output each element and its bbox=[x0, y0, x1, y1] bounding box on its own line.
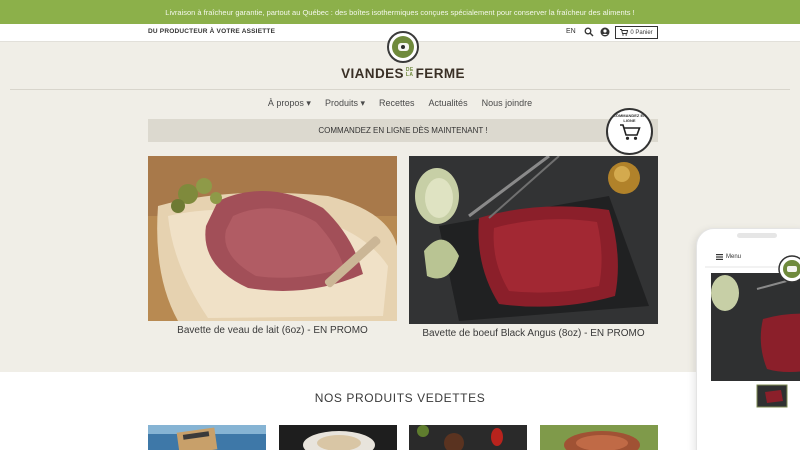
cow-icon bbox=[392, 36, 414, 58]
user-icon[interactable] bbox=[600, 27, 610, 37]
search-icon[interactable] bbox=[584, 27, 594, 37]
product-label-boeuf[interactable]: Bavette de boeuf Black Angus (8oz) - EN … bbox=[409, 328, 658, 339]
product-photo bbox=[540, 425, 658, 450]
meat-photo bbox=[148, 156, 397, 321]
nav-item-actualites[interactable]: Actualités bbox=[429, 98, 468, 112]
cart-icon bbox=[620, 29, 629, 36]
language-switch[interactable]: EN bbox=[566, 28, 576, 35]
tagline: DU PRODUCTEUR À VOTRE ASSIETTE bbox=[148, 28, 276, 35]
featured-product-2[interactable] bbox=[279, 425, 397, 450]
phone-menu-label: Menu bbox=[726, 254, 742, 260]
nav-label: Produits bbox=[324, 98, 358, 108]
featured-section bbox=[0, 372, 800, 450]
header-divider bbox=[10, 89, 790, 90]
logo-wordmark[interactable]: VIANDES DE LA FERME bbox=[335, 64, 471, 82]
nav-item-recettes[interactable]: Recettes bbox=[379, 98, 415, 112]
product-image-veau[interactable] bbox=[148, 156, 397, 321]
product-image-boeuf[interactable] bbox=[409, 156, 658, 324]
nav-item-a-propos[interactable]: À propos ▾ bbox=[268, 98, 311, 112]
phone-screen bbox=[705, 233, 800, 408]
product-photo bbox=[148, 425, 266, 450]
phone-mockup bbox=[696, 228, 800, 450]
product-photo bbox=[279, 425, 397, 450]
stamp-text: COMMANDEZ EN LIGNE bbox=[612, 113, 647, 123]
meat-photo bbox=[409, 156, 658, 324]
cart-label: 0 Panier bbox=[630, 29, 653, 36]
announcement-bar: Livraison à fraîcheur garantie, partout … bbox=[0, 0, 800, 24]
cart-icon bbox=[619, 123, 641, 140]
featured-product-1[interactable] bbox=[148, 425, 266, 450]
logo-word-2: FERME bbox=[415, 65, 465, 81]
nav-item-produits[interactable]: Produits ▾ bbox=[325, 98, 365, 112]
featured-product-4[interactable] bbox=[540, 425, 658, 450]
nav-label: À propos bbox=[267, 98, 304, 108]
announcement-text: Livraison à fraîcheur garantie, partout … bbox=[165, 7, 635, 17]
order-online-stamp[interactable]: COMMANDEZ EN LIGNE bbox=[606, 108, 653, 155]
product-label-veau[interactable]: Bavette de veau de lait (6oz) - EN PROMO bbox=[148, 325, 397, 336]
logo-small-text: DE LA bbox=[406, 68, 414, 78]
product-photo bbox=[409, 425, 527, 450]
logo-badge[interactable] bbox=[387, 31, 419, 63]
cart-button[interactable]: 0 Panier bbox=[615, 26, 658, 39]
phone-menu-button[interactable]: Menu bbox=[716, 254, 741, 260]
nav-item-nous-joindre[interactable]: Nous joindre bbox=[482, 98, 533, 112]
order-banner-text: COMMANDEZ EN LIGNE DÈS MAINTENANT ! bbox=[318, 126, 488, 135]
featured-title: NOS PRODUITS VEDETTES bbox=[314, 391, 486, 405]
hamburger-icon bbox=[716, 254, 723, 260]
logo-word-1: VIANDES bbox=[341, 65, 404, 81]
main-nav: À propos ▾ Produits ▾ Recettes Actualité… bbox=[0, 98, 800, 112]
logo-small-bottom: LA bbox=[405, 72, 414, 78]
featured-product-3[interactable] bbox=[409, 425, 527, 450]
order-online-banner[interactable]: COMMANDEZ EN LIGNE DÈS MAINTENANT ! bbox=[148, 119, 658, 142]
